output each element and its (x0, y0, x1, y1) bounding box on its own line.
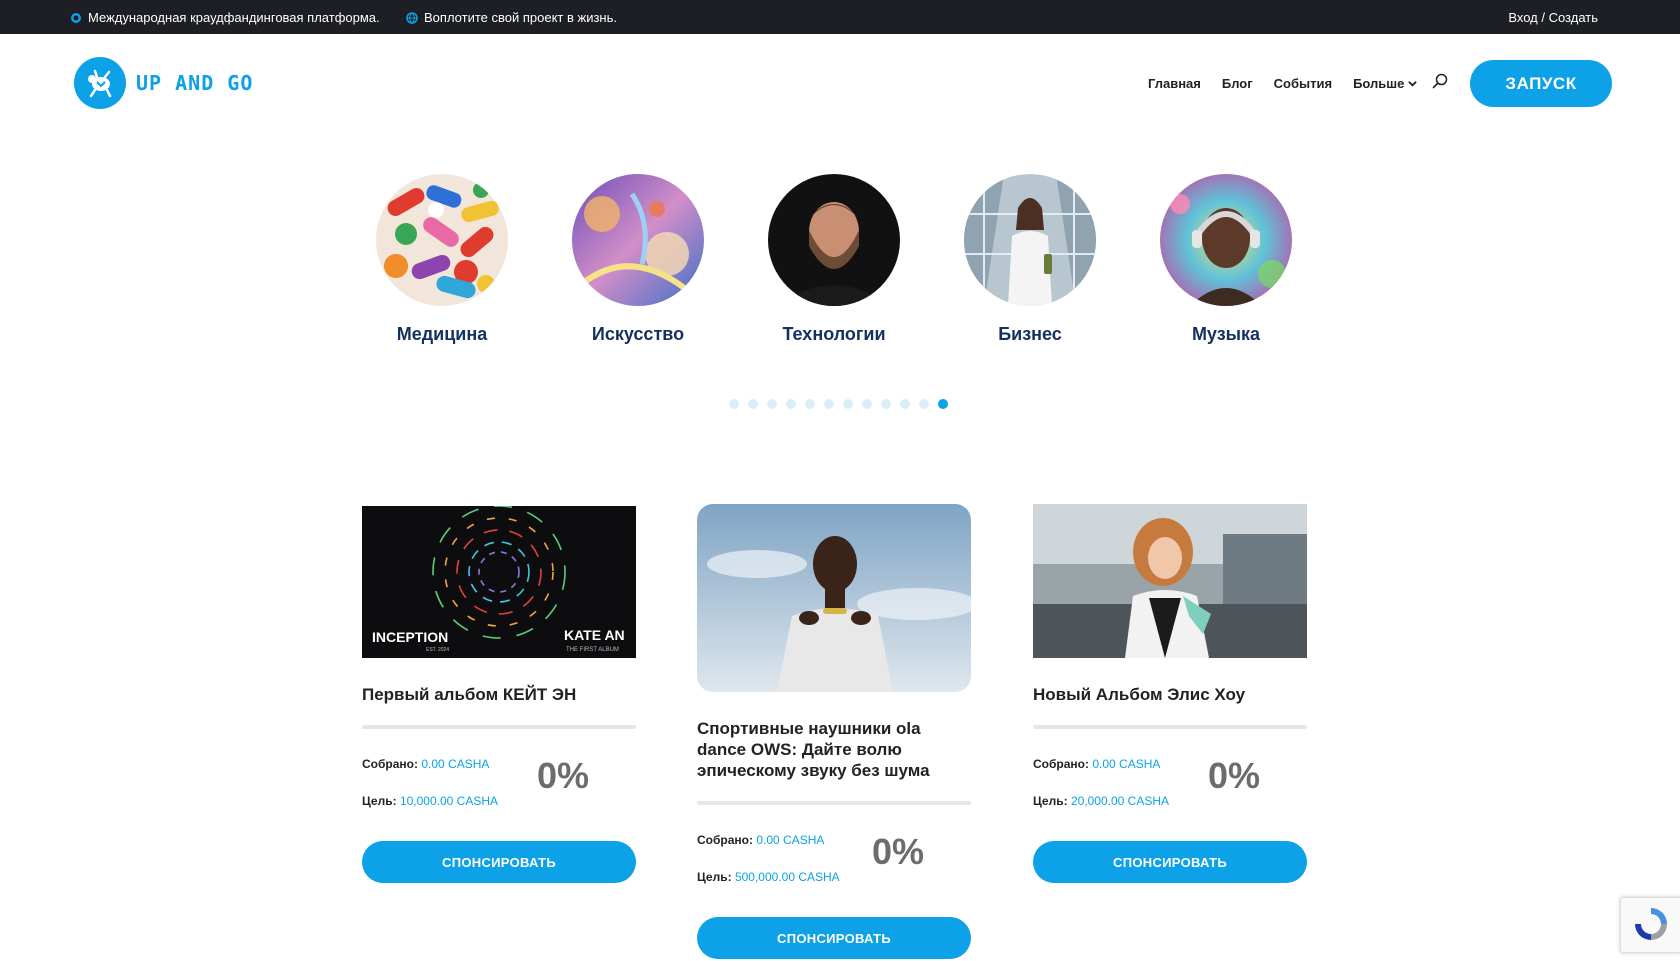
goal-label: Цель: (697, 870, 732, 884)
carousel-dot[interactable] (919, 399, 929, 409)
sponsor-button[interactable]: СПОНСИРОВАТЬ (362, 841, 636, 883)
raised-label: Собрано: (697, 833, 753, 847)
category-image-painting (572, 174, 704, 306)
carousel-dot[interactable] (729, 399, 739, 409)
goal-row: Цель: 10,000.00 CASHA (362, 794, 498, 808)
carousel-dot[interactable] (900, 399, 910, 409)
category-label: Медицина (396, 324, 488, 344)
carousel-dot[interactable] (862, 399, 872, 409)
nav-item-events[interactable]: События (1274, 76, 1332, 91)
raised-row: Собрано: 0.00 CASHA (697, 833, 824, 847)
nav-more-label: Больше (1353, 76, 1405, 91)
cover-text-kate-an: KATE AN (564, 627, 625, 643)
goal-row: Цель: 20,000.00 CASHA (1033, 794, 1169, 808)
progress-bar (1033, 725, 1307, 729)
turtle-icon (71, 12, 81, 23)
raised-row: Собрано: 0.00 CASHA (362, 757, 489, 771)
carousel-dot[interactable] (881, 399, 891, 409)
sponsor-button[interactable]: СПОНСИРОВАТЬ (697, 917, 971, 959)
progress-bar (362, 725, 636, 729)
funded-percent: 0% (1208, 755, 1261, 796)
nav-item-blog[interactable]: Блог (1222, 76, 1253, 91)
category-label: Бизнес (998, 324, 1062, 344)
cover-text-inception: INCEPTION (372, 629, 448, 645)
chevron-down-icon (1408, 81, 1418, 87)
project-stats: Собрано: 0.00 CASHA Цель: 10,000.00 CASH… (362, 753, 636, 819)
cover-subtext-left: EST. 2024 (426, 647, 449, 653)
globe-icon (406, 11, 418, 24)
sponsor-button[interactable]: СПОНСИРОВАТЬ (1033, 841, 1307, 883)
project-title[interactable]: Новый Альбом Элис Хоу (1033, 684, 1307, 705)
category-technology[interactable]: Технологии (768, 174, 900, 345)
project-title[interactable]: Спортивные наушники ola dance OWS: Дайте… (697, 718, 971, 781)
project-stats: Собрано: 0.00 CASHA Цель: 20,000.00 CASH… (1033, 753, 1307, 819)
site-logo[interactable]: UP AND GO (74, 57, 253, 109)
goal-value: 500,000.00 CASHA (734, 870, 840, 884)
nav-item-home[interactable]: Главная (1148, 76, 1201, 91)
cover-subtext-right: THE FIRST ALBUM (566, 647, 619, 653)
category-carousel: Медицина Искусство Технологии Бизнес Муз… (376, 174, 1292, 345)
goal-value: 10,000.00 CASHA (399, 794, 498, 808)
category-label: Музыка (1191, 324, 1261, 344)
nav-item-more[interactable]: Больше (1353, 76, 1418, 91)
carousel-pagination (729, 399, 948, 409)
carousel-dot[interactable] (824, 399, 834, 409)
carousel-dot[interactable] (767, 399, 777, 409)
raised-value: 0.00 CASHA (1092, 757, 1161, 771)
raised-value: 0.00 CASHA (756, 833, 825, 847)
raised-label: Собрано: (362, 757, 418, 771)
project-card: Новый Альбом Элис Хоу Собрано: 0.00 CASH… (1033, 504, 1307, 883)
tagline-item: Международная краудфандинговая платформа… (70, 10, 380, 25)
category-image-headphones (1160, 174, 1292, 306)
project-card: INCEPTION EST. 2024 KATE AN THE FIRST AL… (362, 506, 636, 883)
category-business[interactable]: Бизнес (964, 174, 1096, 345)
carousel-dot[interactable] (843, 399, 853, 409)
raised-row: Собрано: 0.00 CASHA (1033, 757, 1160, 771)
raised-label: Собрано: (1033, 757, 1089, 771)
recaptcha-badge[interactable] (1620, 897, 1680, 953)
category-label: Искусство (591, 324, 685, 344)
carousel-dot[interactable] (748, 399, 758, 409)
turtle-logo-icon (74, 57, 126, 109)
launch-button[interactable]: ЗАПУСК (1470, 60, 1612, 107)
carousel-dot[interactable] (805, 399, 815, 409)
goal-label: Цель: (1033, 794, 1068, 808)
search-icon[interactable] (1432, 73, 1448, 89)
project-cover-image[interactable] (697, 504, 971, 692)
recaptcha-icon (1635, 908, 1667, 940)
progress-bar (697, 801, 971, 805)
top-bar: Международная краудфандинговая платформа… (0, 0, 1680, 34)
category-music[interactable]: Музыка (1160, 174, 1292, 345)
project-cover-image[interactable]: INCEPTION EST. 2024 KATE AN THE FIRST AL… (362, 506, 636, 658)
category-image-pills (376, 174, 508, 306)
project-title[interactable]: Первый альбом КЕЙТ ЭН (362, 684, 636, 705)
logo-text: UP AND GO (136, 71, 254, 95)
goal-row: Цель: 500,000.00 CASHA (697, 870, 840, 884)
category-art[interactable]: Искусство (572, 174, 704, 345)
login-register-link[interactable]: Вход / Создать (1508, 10, 1598, 25)
project-cover-image[interactable] (1033, 504, 1307, 658)
slogan-item: Воплотите свой проект в жизнь. (406, 10, 617, 25)
slogan-text: Воплотите свой проект в жизнь. (424, 10, 617, 25)
funded-percent: 0% (872, 831, 925, 872)
goal-label: Цель: (362, 794, 397, 808)
project-stats: Собрано: 0.00 CASHA Цель: 500,000.00 CAS… (697, 829, 971, 895)
category-label: Технологии (782, 324, 886, 344)
category-medicine[interactable]: Медицина (376, 174, 508, 345)
category-image-businesswoman (964, 174, 1096, 306)
project-card: Спортивные наушники ola dance OWS: Дайте… (697, 504, 971, 959)
carousel-dot[interactable] (786, 399, 796, 409)
category-image-man (768, 174, 900, 306)
carousel-dot[interactable] (938, 399, 948, 409)
goal-value: 20,000.00 CASHA (1070, 794, 1169, 808)
raised-value: 0.00 CASHA (421, 757, 490, 771)
main-nav: Главная Блог События Больше (1148, 76, 1418, 91)
funded-percent: 0% (537, 755, 590, 796)
tagline-text: Международная краудфандинговая платформа… (88, 10, 380, 25)
